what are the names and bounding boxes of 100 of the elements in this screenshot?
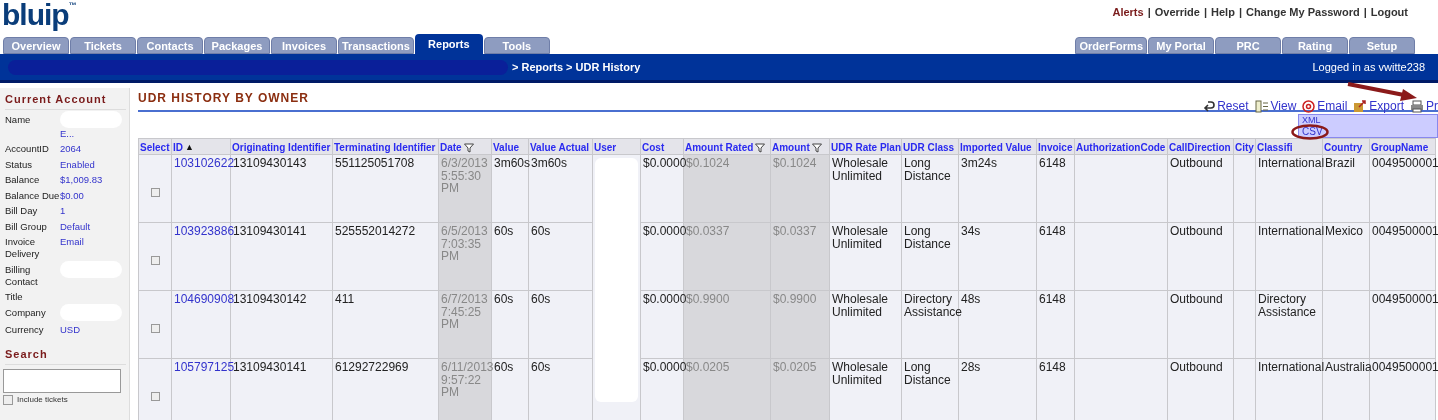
printer-icon <box>1410 99 1424 113</box>
table-cell-text: Long Distance <box>904 156 951 183</box>
table-cell-text: Outbound <box>1170 360 1223 374</box>
toolbar-link[interactable]: Pr <box>1426 97 1438 115</box>
page-title: UDR HISTORY BY OWNER <box>138 90 309 107</box>
table-cell-text: $0.9900 <box>773 292 817 306</box>
columns-icon <box>1254 99 1269 113</box>
table-cell-text: 525552014272 <box>335 224 416 238</box>
top-link[interactable]: Override <box>1154 4 1200 21</box>
field-value: 1 <box>60 205 66 217</box>
table-cell-text: 6148 <box>1039 156 1066 170</box>
table-cell-text: 3m60s <box>531 156 568 170</box>
table-cell-text: Outbound <box>1170 292 1223 306</box>
table-cell-text: Australia <box>1325 360 1372 374</box>
toolbar-link[interactable]: Export <box>1369 97 1404 115</box>
table-cell-text: 6/11/2013 9:57:22 PM <box>441 360 494 399</box>
field-label: Company <box>4 306 47 319</box>
field-label: Balance Due <box>4 189 60 202</box>
table-cell-text: Long Distance <box>904 360 951 387</box>
field-value: $1,009.83 <box>60 174 103 186</box>
table-cell-text: 28s <box>961 360 981 374</box>
id-link[interactable]: 103102622 <box>174 156 235 170</box>
id-link[interactable]: 104690908 <box>174 292 235 306</box>
table-cell-text: 60s <box>494 224 514 238</box>
table-cell-text: $0.0000 <box>643 224 687 238</box>
table-cell-text: 6148 <box>1039 224 1066 238</box>
table-cell-text: 0049500001 <box>1372 156 1438 170</box>
table-cell-text: $0.1024 <box>773 156 817 170</box>
table-cell-text: 551125051708 <box>335 156 415 170</box>
table-cell-text: Brazil <box>1325 156 1355 170</box>
table-cell-text: 13109430143 <box>233 156 307 170</box>
table-cell-text: 3m24s <box>961 156 998 170</box>
table-cell-text: Wholesale Unlimited <box>832 360 889 387</box>
redacted-block <box>60 110 122 128</box>
table-cell-text: International <box>1258 224 1325 238</box>
sidebar-heading: Current Account <box>5 91 126 110</box>
checkbox[interactable] <box>3 394 13 405</box>
top-link[interactable]: Change My Password <box>1245 4 1360 21</box>
table-cell-text: Wholesale Unlimited <box>832 292 889 319</box>
id-link[interactable]: 105797125 <box>174 360 235 374</box>
field-value: USD <box>60 324 81 336</box>
table-cell-text: 6/5/2013 7:03:35 PM <box>441 224 488 263</box>
top-link[interactable]: Logout <box>1370 4 1408 21</box>
toolbar-link[interactable]: Email <box>1317 97 1348 115</box>
undo-icon <box>1203 100 1216 112</box>
table-cell-text: $0.0000 <box>643 360 687 374</box>
table-cell-text: $0.0205 <box>686 360 730 374</box>
table-cell-text: 6148 <box>1039 292 1066 306</box>
top-link[interactable]: Alerts <box>1112 4 1144 21</box>
table-cell-text: $0.0337 <box>686 224 730 238</box>
table-cell-text: $0.0000 <box>643 156 687 170</box>
field-label: Billing Contact <box>4 263 39 288</box>
field-value: Default <box>60 220 91 233</box>
table-cell-text: International <box>1258 360 1325 374</box>
field-value: $0.00 <box>60 189 84 202</box>
table-cell-text: 60s <box>494 360 514 374</box>
table-cell-text: Long Distance <box>904 224 951 251</box>
table-cell-text: International <box>1258 156 1325 170</box>
tab[interactable]: Reports <box>414 34 483 54</box>
field-label: Balance <box>4 174 41 186</box>
logo[interactable]: bluip™ <box>2 0 77 30</box>
separator: | <box>1203 5 1208 20</box>
table-cell-text: $0.9900 <box>686 292 730 306</box>
table-cell-text: 60s <box>531 224 551 238</box>
table-cell-text: Mexico <box>1325 224 1363 238</box>
field-value: Enabled <box>60 158 95 171</box>
table-cell-text: 0049500001 <box>1372 292 1438 306</box>
menu-item[interactable]: XML <box>1302 116 1321 126</box>
row-checkbox[interactable] <box>150 255 160 265</box>
table-cell-text: Wholesale Unlimited <box>832 224 889 251</box>
row-checkbox[interactable] <box>150 323 160 333</box>
field-label: Status <box>4 158 33 171</box>
table-cell-text: $0.0337 <box>773 224 817 238</box>
table-cell-text: 6/7/2013 7:45:25 PM <box>441 292 488 331</box>
table-cell-text: 13109430141 <box>233 224 307 238</box>
table-cell-text: 61292722969 <box>335 360 409 374</box>
field-label: Bill Group <box>4 220 48 233</box>
field-label: Title <box>4 291 24 303</box>
checkbox-label: Include tickets <box>17 393 68 406</box>
row-checkbox[interactable] <box>150 187 160 197</box>
callout-arrow <box>1346 82 1418 102</box>
field-label: AccountID <box>4 143 50 155</box>
table-cell-text: 0049500001 <box>1372 224 1438 238</box>
table-cell-text: 411 <box>335 292 355 306</box>
field-value: E... <box>60 127 76 140</box>
highlight-circle <box>1291 124 1329 140</box>
search-field[interactable] <box>3 368 121 393</box>
table-cell-text: Outbound <box>1170 224 1223 238</box>
table-cell-text: $0.0000 <box>643 292 687 306</box>
toolbar-link[interactable]: Reset <box>1217 97 1249 115</box>
column-header[interactable]: ID <box>173 141 183 154</box>
row-checkbox[interactable] <box>150 391 160 401</box>
id-link[interactable]: 103923886 <box>174 224 235 238</box>
top-link[interactable]: Help <box>1211 4 1235 21</box>
table-cell-text: $0.0205 <box>773 360 817 374</box>
table-cell-text: 60s <box>531 292 551 306</box>
toolbar-link[interactable]: View <box>1270 97 1297 115</box>
table-cell-text: 13109430141 <box>233 360 307 374</box>
breadcrumb: > Reports > UDR History <box>512 59 641 75</box>
logged-in-text: Logged in as vwitte238 <box>1312 59 1425 75</box>
